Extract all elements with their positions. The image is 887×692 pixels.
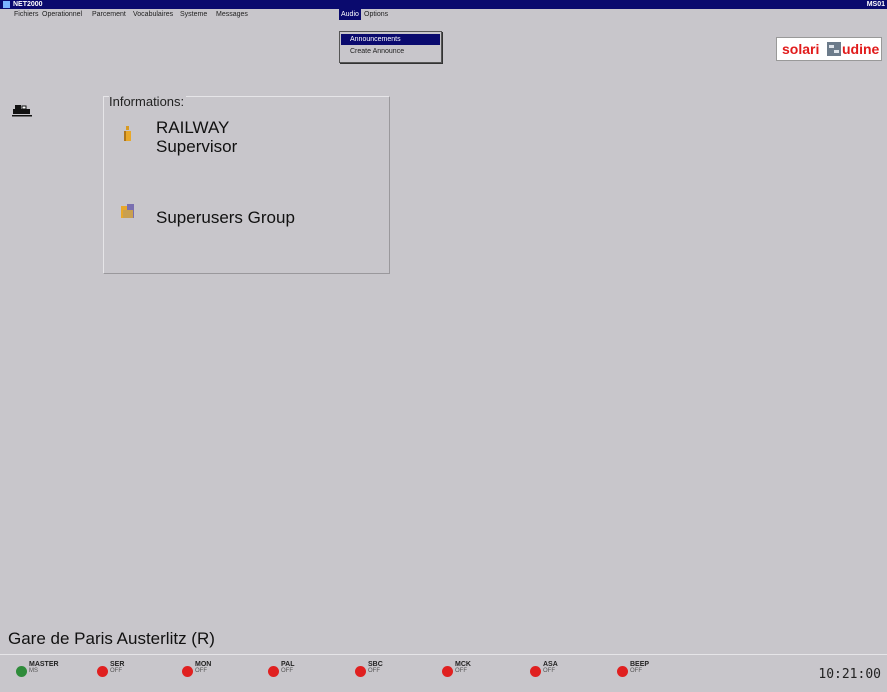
status-light-icon	[355, 666, 366, 677]
status-light-icon	[16, 666, 27, 677]
menu-parcement[interactable]: Parcement	[90, 9, 128, 20]
solari-udine-logo: solari udine	[776, 37, 882, 61]
status-label: SER	[110, 661, 125, 668]
station-name: Gare de Paris Austerlitz (R)	[8, 629, 215, 648]
status-state: OFF	[281, 668, 293, 674]
status-state: OFF	[630, 668, 642, 674]
menu-audio[interactable]: Audio	[339, 9, 361, 20]
status-label: BEEP	[630, 661, 650, 668]
status-light-icon	[97, 666, 108, 677]
status-state: OFF	[455, 668, 467, 674]
status-light-icon	[530, 666, 541, 677]
status-light-icon	[268, 666, 279, 677]
information-panel: Informations: RAILWAY Supervisor Superus…	[103, 94, 390, 274]
menu-vocabulaires[interactable]: Vocabulaires	[131, 9, 175, 20]
status-light-icon	[617, 666, 628, 677]
status-state: MS	[29, 668, 38, 674]
information-header: Informations:	[109, 94, 187, 109]
user-name-line1: RAILWAY	[156, 118, 230, 137]
app-icon	[3, 1, 10, 8]
status-state: OFF	[368, 668, 380, 674]
user-name: RAILWAY Supervisor	[156, 118, 237, 156]
title-bar: NET2000 MS01	[0, 0, 887, 9]
train-icon[interactable]	[12, 103, 32, 117]
status-light-icon	[182, 666, 193, 677]
status-light-icon	[442, 666, 453, 677]
group-icon	[121, 204, 134, 218]
status-bar: MASTER MS SER OFF MON OFF PAL OFF SBC OF…	[0, 654, 887, 692]
status-state: OFF	[543, 668, 555, 674]
status-label: SBC	[368, 661, 383, 668]
menu-messages[interactable]: Messages	[214, 9, 250, 20]
logo-text-right: udine	[842, 41, 880, 57]
menu-operationnel[interactable]: Operationnel	[40, 9, 84, 20]
menu-systeme[interactable]: Systeme	[178, 9, 209, 20]
menu-bar: Fichiers Operationnel Parcement Vocabula…	[0, 9, 887, 20]
status-label: PAL	[281, 661, 295, 668]
user-group: Superusers Group	[156, 208, 295, 227]
user-name-line2: Supervisor	[156, 137, 238, 156]
window-title: NET2000	[13, 1, 43, 8]
status-label: ASA	[543, 661, 558, 668]
menu-item-create-announce[interactable]: Create Announce	[341, 46, 440, 57]
logo-mark-icon	[827, 42, 841, 56]
status-label: MASTER	[29, 661, 59, 668]
status-label: MON	[195, 661, 212, 668]
title-corner-text: MS01	[866, 1, 885, 8]
user-icon	[124, 126, 131, 141]
audio-dropdown-menu: Announcements Create Announce	[339, 31, 442, 63]
menu-options[interactable]: Options	[362, 9, 390, 20]
clock: 10:21:00	[818, 667, 881, 682]
status-state: OFF	[110, 668, 122, 674]
menu-fichiers[interactable]: Fichiers	[12, 9, 41, 20]
menu-item-announcements[interactable]: Announcements	[341, 34, 440, 45]
status-state: OFF	[195, 668, 207, 674]
logo-text-left: solari	[782, 41, 820, 57]
status-label: MCK	[455, 661, 471, 668]
